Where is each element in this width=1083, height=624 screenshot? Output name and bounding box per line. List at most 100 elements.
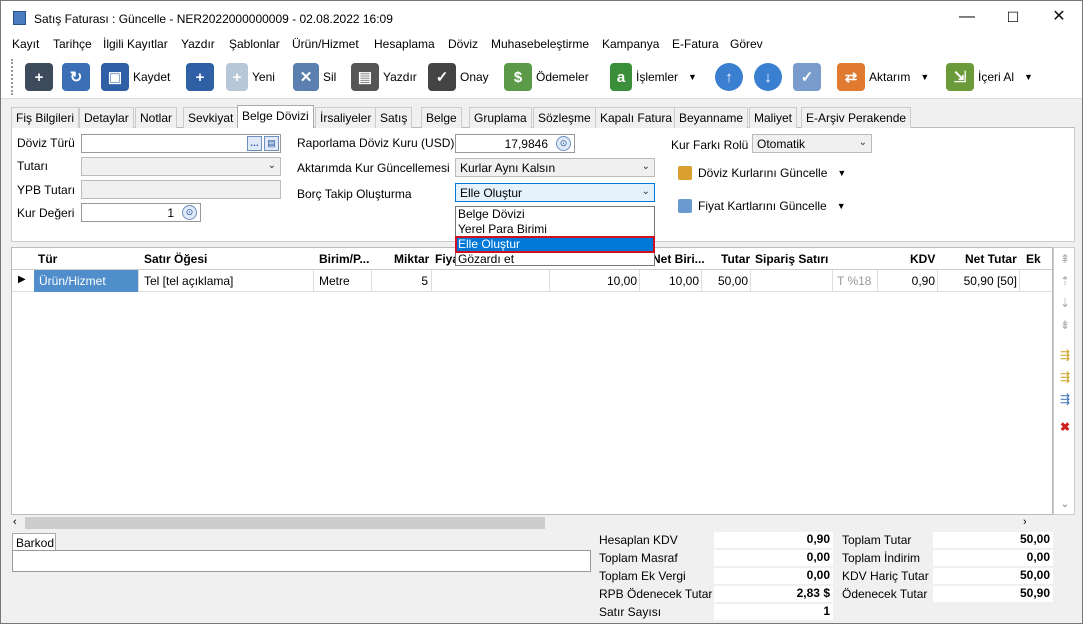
new-record-button[interactable]: + <box>25 60 53 94</box>
cell-miktar[interactable]: 5 <box>372 270 432 292</box>
menu-kayit[interactable]: Kayıt <box>12 37 39 51</box>
menu-sablonlar[interactable]: Şablonlar <box>229 37 280 51</box>
move-bottom-icon[interactable]: ⇟ <box>1058 318 1072 332</box>
menu-ilgili-kayitlar[interactable]: İlgili Kayıtlar <box>103 37 168 51</box>
kur-degeri-field[interactable]: 1 ⊙ <box>81 203 201 222</box>
menu-kampanya[interactable]: Kampanya <box>602 37 659 51</box>
close-button[interactable]: ✕ <box>1036 1 1082 33</box>
col-ek[interactable]: Ek <box>1026 252 1041 266</box>
check-button[interactable]: ✓ <box>793 60 821 94</box>
ellipsis-icon[interactable]: … <box>247 136 262 151</box>
menu-doviz[interactable]: Döviz <box>448 37 478 51</box>
delete-button[interactable]: ✕ Sil <box>293 60 336 94</box>
menu-e-fatura[interactable]: E-Fatura <box>672 37 719 51</box>
borc-takip-select[interactable]: Elle Oluştur ⌄ <box>455 183 655 202</box>
cell-birim[interactable]: Metre <box>314 270 372 292</box>
horizontal-scrollbar[interactable]: ‹ › <box>11 515 1053 531</box>
barkod-tab[interactable]: Barkod <box>12 533 56 551</box>
print-button[interactable]: ▤ Yazdır <box>351 60 417 94</box>
calculator-icon[interactable]: ⊙ <box>556 136 571 151</box>
move-down-icon[interactable]: ⇣ <box>1058 296 1072 310</box>
maximize-button[interactable]: ☐ <box>990 1 1036 33</box>
minimize-button[interactable]: — <box>944 1 990 33</box>
tab-kapali-fatura[interactable]: Kapalı Fatura <box>595 107 678 128</box>
payments-button[interactable]: $ Ödemeler <box>504 60 589 94</box>
doviz-turu-field[interactable]: … ▤ <box>81 134 281 153</box>
col-miktar[interactable]: Miktar <box>394 252 429 266</box>
option-gozardi-et[interactable]: Gözardı et <box>456 252 654 267</box>
cell-net-birim[interactable]: 10,00 <box>640 270 702 292</box>
menu-hesaplama[interactable]: Hesaplama <box>374 37 435 51</box>
tab-detaylar[interactable]: Detaylar <box>79 107 134 128</box>
toolbar-grip[interactable] <box>11 59 15 95</box>
menu-gorev[interactable]: Görev <box>730 37 763 51</box>
save-button[interactable]: ▣ Kaydet <box>101 60 170 94</box>
cell-net-tutar[interactable]: 50,90 [50] <box>938 270 1020 292</box>
tab-sozlesme[interactable]: Sözleşme <box>533 107 596 128</box>
col-birim[interactable]: Birim/P... <box>319 252 369 266</box>
scroll-thumb[interactable] <box>25 517 545 529</box>
tab-notlar[interactable]: Notlar <box>135 107 178 128</box>
col-tutar[interactable]: Tutar <box>721 252 750 266</box>
menu-tarihce[interactable]: Tarihçe <box>53 37 92 51</box>
tutari-select[interactable]: ⌄ <box>81 157 281 176</box>
cell-fiyat[interactable]: 10,00 <box>550 270 640 292</box>
delete-row-icon[interactable]: ✖ <box>1058 420 1072 434</box>
move-up-icon[interactable]: ⇡ <box>1058 274 1072 288</box>
kur-farki-select[interactable]: Otomatik ⌄ <box>752 134 872 153</box>
approve-button[interactable]: ✓ Onay <box>428 60 489 94</box>
calculator-icon[interactable]: ⊙ <box>182 205 197 220</box>
cell-kdv[interactable]: 0,90 <box>878 270 938 292</box>
tab-sevkiyat[interactable]: Sevkiyat <box>183 107 239 128</box>
move-up-button[interactable]: ↑ <box>715 60 743 94</box>
menu-urun-hizmet[interactable]: Ürün/Hizmet <box>292 37 359 51</box>
update-price-cards-button[interactable]: Fiyat Kartlarını Güncelle ▼ <box>678 199 846 213</box>
lookup-icon[interactable]: ▤ <box>264 136 279 151</box>
tab-maliyet[interactable]: Maliyet <box>749 107 798 128</box>
tab-satis[interactable]: Satış <box>375 107 413 128</box>
tab-belge-dovizi[interactable]: Belge Dövizi <box>237 105 314 129</box>
col-siparis-satiri[interactable]: Sipariş Satırı <box>755 252 828 266</box>
menu-yazdir[interactable]: Yazdır <box>181 37 215 51</box>
cell-empty-1[interactable] <box>432 270 550 292</box>
import-button[interactable]: ⇲ İçeri Al ▼ <box>946 60 1033 94</box>
cell-satir-ogesi[interactable]: Tel [tel açıklama] <box>139 270 314 292</box>
barkod-input[interactable] <box>12 550 591 572</box>
insert-row-icon[interactable]: ⇶ <box>1058 348 1072 362</box>
operations-button[interactable]: a İşlemler ▼ <box>610 60 697 94</box>
col-satir-ogesi[interactable]: Satır Öğesi <box>144 252 207 266</box>
col-net-birim[interactable]: Net Biri... <box>652 252 705 266</box>
option-elle-olustur[interactable]: Elle Oluştur <box>455 236 655 253</box>
append-row-icon[interactable]: ⇶ <box>1058 370 1072 384</box>
option-belge-dovizi[interactable]: Belge Dövizi <box>456 207 654 222</box>
tab-e-arsiv-perakende[interactable]: E-Arşiv Perakende <box>801 107 912 128</box>
raporlama-field[interactable]: 17,9846 ⊙ <box>455 134 575 153</box>
move-top-icon[interactable]: ⇞ <box>1058 252 1072 266</box>
aktarimda-select[interactable]: Kurlar Aynı Kalsın ⌄ <box>455 158 655 177</box>
scroll-left-icon[interactable]: ‹ <box>13 516 17 528</box>
transfer-button[interactable]: ⇄ Aktarım ▼ <box>837 60 929 94</box>
col-net-tutar[interactable]: Net Tutar <box>965 252 1017 266</box>
menu-muhasebelestirme[interactable]: Muhasebeleştirme <box>491 37 589 51</box>
tab-beyanname[interactable]: Beyanname <box>674 107 749 128</box>
tab-fis-bilgileri[interactable]: Fiş Bilgileri <box>11 107 80 128</box>
save-new-button[interactable]: + <box>186 60 214 94</box>
tab-gruplama[interactable]: Gruplama <box>469 107 532 128</box>
scroll-down-icon[interactable]: ⌄ <box>1058 498 1072 512</box>
table-row[interactable]: ▶ Ürün/Hizmet Tel [tel açıklama] Metre 5… <box>12 270 1052 292</box>
cell-tur[interactable]: Ürün/Hizmet <box>34 270 139 292</box>
move-down-button[interactable]: ↓ <box>754 60 782 94</box>
tab-belge[interactable]: Belge <box>421 107 462 128</box>
new-button[interactable]: + Yeni <box>226 60 275 94</box>
update-exchange-rates-button[interactable]: Döviz Kurlarını Güncelle ▼ <box>678 166 846 180</box>
refresh-save-button[interactable]: ↻ <box>62 60 90 94</box>
cell-kdv-code[interactable]: T %18 <box>833 270 878 292</box>
col-tur[interactable]: Tür <box>38 252 57 266</box>
copy-row-icon[interactable]: ⇶ <box>1058 392 1072 406</box>
scroll-right-icon[interactable]: › <box>1023 516 1027 528</box>
col-kdv[interactable]: KDV <box>910 252 935 266</box>
tab-irsaliyeler[interactable]: İrsaliyeler <box>315 107 377 128</box>
cell-tutar[interactable]: 50,00 <box>702 270 751 292</box>
option-yerel-para-birimi[interactable]: Yerel Para Birimi <box>456 222 654 237</box>
cell-siparis-satiri[interactable] <box>751 270 833 292</box>
